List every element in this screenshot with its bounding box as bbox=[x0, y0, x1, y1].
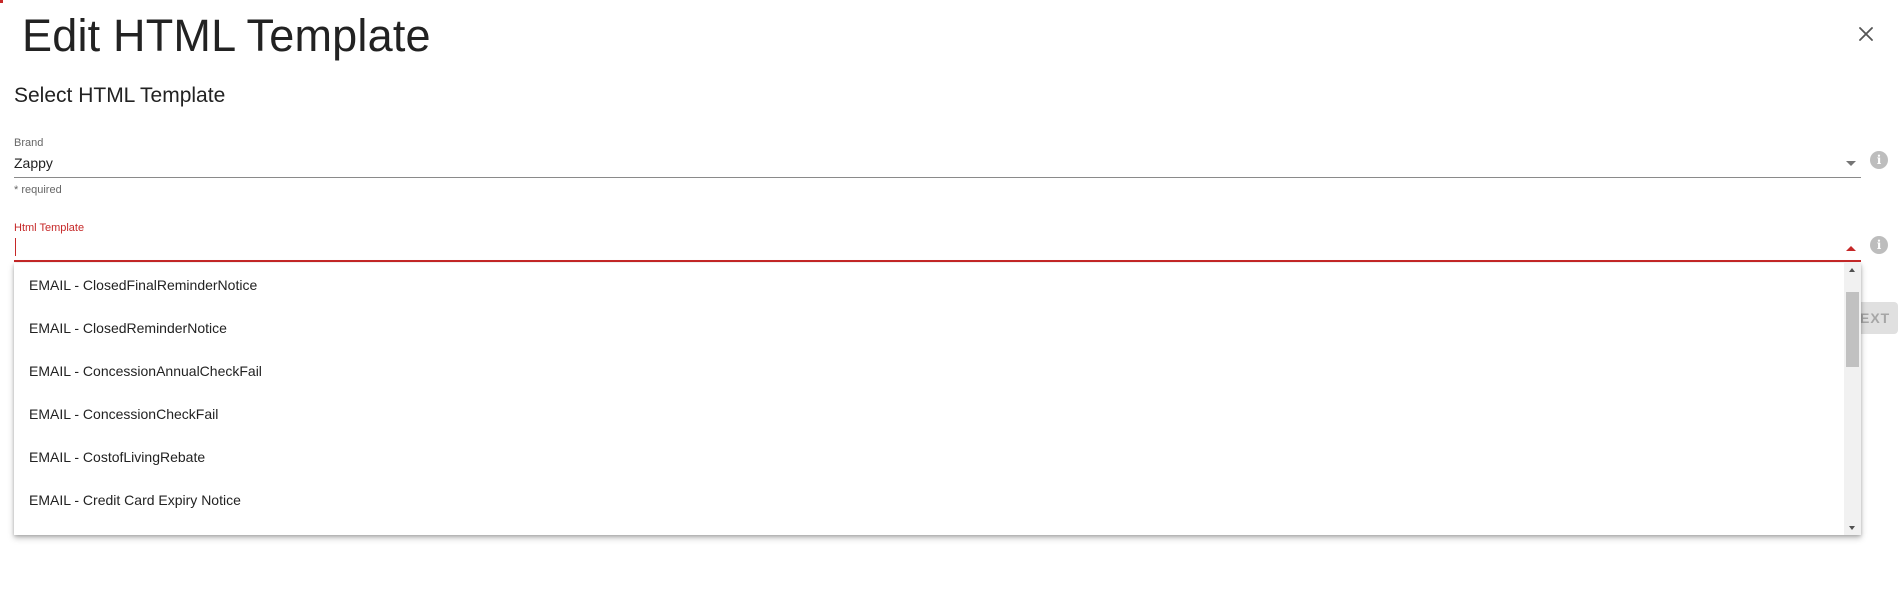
brand-label: Brand bbox=[14, 137, 44, 149]
option-item[interactable]: EMAIL - Credit Card Expiry Notice bbox=[14, 478, 1842, 521]
option-item[interactable]: EMAIL - ConcessionCheckFail bbox=[14, 392, 1842, 435]
template-options-list[interactable]: EMAIL - ClosedFinalReminderNotice EMAIL … bbox=[14, 263, 1861, 535]
brand-value[interactable]: Zappy bbox=[14, 155, 53, 171]
required-hint: * required bbox=[14, 184, 62, 196]
scroll-down-arrow-icon[interactable] bbox=[1849, 526, 1855, 530]
scrollbar[interactable] bbox=[1844, 263, 1861, 535]
option-item[interactable]: EMAIL - CostofLivingRebate bbox=[14, 435, 1842, 478]
brand-underline bbox=[14, 177, 1861, 178]
html-template-underline bbox=[14, 260, 1861, 262]
scrollbar-thumb[interactable] bbox=[1846, 292, 1859, 367]
section-subtitle: Select HTML Template bbox=[14, 84, 226, 107]
option-item[interactable]: EMAIL - ClosedReminderNotice bbox=[14, 306, 1842, 349]
chevron-up-icon[interactable] bbox=[1846, 246, 1856, 251]
close-icon[interactable] bbox=[1859, 27, 1873, 41]
option-item[interactable]: EMAIL - ConcessionAnnualCheckFail bbox=[14, 349, 1842, 392]
html-template-input[interactable] bbox=[14, 238, 1834, 256]
info-icon[interactable]: i bbox=[1870, 236, 1888, 254]
scroll-up-arrow-icon[interactable] bbox=[1849, 268, 1855, 272]
dialog-title: Edit HTML Template bbox=[22, 10, 431, 61]
html-template-label: Html Template bbox=[14, 222, 85, 234]
info-icon[interactable]: i bbox=[1870, 151, 1888, 169]
corner-accent bbox=[0, 0, 3, 3]
option-item[interactable]: EMAIL - ClosedFinalReminderNotice bbox=[14, 263, 1842, 306]
close-button[interactable] bbox=[1854, 22, 1878, 46]
text-cursor bbox=[15, 238, 16, 256]
chevron-down-icon[interactable] bbox=[1846, 161, 1856, 166]
